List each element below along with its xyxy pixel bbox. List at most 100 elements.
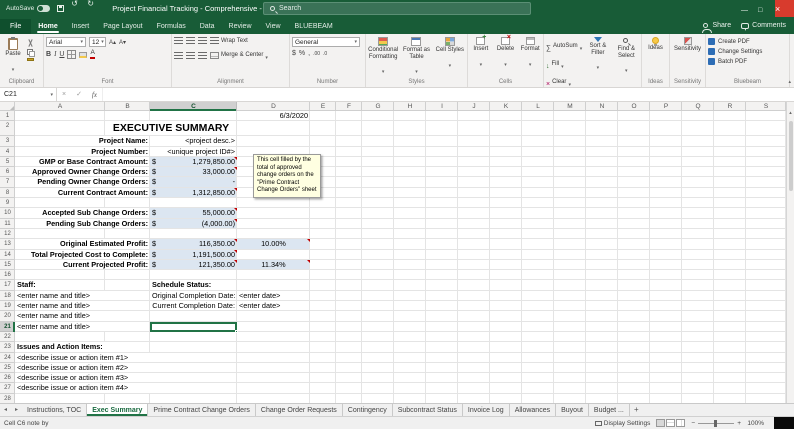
cell-M5[interactable] <box>554 157 586 167</box>
cell-K9[interactable] <box>490 198 522 208</box>
column-header-O[interactable]: O <box>618 102 650 111</box>
row-header-6[interactable]: 6 <box>0 167 15 177</box>
format-painter-icon[interactable] <box>27 58 34 61</box>
cell-L4[interactable] <box>522 147 554 157</box>
cell-Q15[interactable] <box>682 260 714 270</box>
cell-O25[interactable] <box>618 363 650 373</box>
cell-Q25[interactable] <box>682 363 714 373</box>
cell-M3[interactable] <box>554 136 586 146</box>
cell-N26[interactable] <box>586 373 618 383</box>
cell-N23[interactable] <box>586 342 618 352</box>
cell-P14[interactable] <box>650 250 682 260</box>
cell-H2[interactable] <box>394 121 426 136</box>
cell-O6[interactable] <box>618 167 650 177</box>
cell-E18[interactable] <box>310 291 336 301</box>
cell-I26[interactable] <box>426 373 458 383</box>
cell-I4[interactable] <box>426 147 458 157</box>
cell-Q6[interactable] <box>682 167 714 177</box>
cell-E9[interactable] <box>310 198 336 208</box>
column-header-I[interactable]: I <box>426 102 458 111</box>
cell-C19[interactable]: Current Completion Date: <box>150 301 237 311</box>
cell-I1[interactable] <box>426 111 458 121</box>
cell-D13[interactable]: 10.00% <box>237 239 310 249</box>
cell-F17[interactable] <box>336 280 362 290</box>
cell-R28[interactable] <box>714 394 746 403</box>
column-header-N[interactable]: N <box>586 102 618 111</box>
cell-A23[interactable]: Issues and Action Items: <box>15 342 150 352</box>
cell-A4[interactable]: Project Number: <box>15 147 150 157</box>
cell-H10[interactable] <box>394 208 426 218</box>
cell-R15[interactable] <box>714 260 746 270</box>
cell-A19[interactable]: <enter name and title> <box>15 301 150 311</box>
cell-J3[interactable] <box>458 136 490 146</box>
cell-H8[interactable] <box>394 188 426 198</box>
cell-O1[interactable] <box>618 111 650 121</box>
cell-K10[interactable] <box>490 208 522 218</box>
cell-I9[interactable] <box>426 198 458 208</box>
cell-M21[interactable] <box>554 322 586 332</box>
cell-K25[interactable] <box>490 363 522 373</box>
column-header-A[interactable]: A <box>15 102 105 111</box>
insert-cells-button[interactable]: Insert <box>470 36 492 70</box>
cell-P10[interactable] <box>650 208 682 218</box>
cell-I14[interactable] <box>426 250 458 260</box>
decrease-decimal-icon[interactable] <box>323 50 327 57</box>
cell-S7[interactable] <box>746 177 786 187</box>
cell-F16[interactable] <box>336 270 362 280</box>
font-size-select[interactable]: 12 <box>89 37 106 47</box>
cell-A13[interactable]: Original Estimated Profit: <box>15 239 150 249</box>
cell-Q4[interactable] <box>682 147 714 157</box>
new-sheet-icon[interactable] <box>630 404 643 416</box>
scrollbar-thumb[interactable] <box>789 121 793 191</box>
cell-C22[interactable] <box>150 332 237 342</box>
cell-P22[interactable] <box>650 332 682 342</box>
redo-button[interactable] <box>87 0 98 17</box>
cell-A20[interactable]: <enter name and title> <box>15 311 150 321</box>
cell-R11[interactable] <box>714 219 746 229</box>
sheet-tab-subcontract-status[interactable]: Subcontract Status <box>393 404 463 416</box>
cell-R27[interactable] <box>714 383 746 393</box>
cell-I21[interactable] <box>426 322 458 332</box>
cell-B17[interactable] <box>105 280 150 290</box>
cell-K1[interactable] <box>490 111 522 121</box>
cell-A7[interactable]: Pending Owner Change Orders: <box>15 177 150 187</box>
cell-C17[interactable]: Schedule Status: <box>150 280 237 290</box>
cell-C7[interactable]: $- <box>150 177 237 187</box>
cell-B16[interactable] <box>105 270 150 280</box>
cell-J1[interactable] <box>458 111 490 121</box>
cell-R4[interactable] <box>714 147 746 157</box>
increase-font-icon[interactable] <box>109 39 116 46</box>
cell-J10[interactable] <box>458 208 490 218</box>
cell-J19[interactable] <box>458 301 490 311</box>
cell-D21[interactable] <box>237 322 310 332</box>
cell-G1[interactable] <box>362 111 394 121</box>
cell-R7[interactable] <box>714 177 746 187</box>
cell-S1[interactable] <box>746 111 786 121</box>
cell-D17[interactable] <box>237 280 310 290</box>
cell-G12[interactable] <box>362 229 394 239</box>
cell-L10[interactable] <box>522 208 554 218</box>
number-format-select[interactable]: General <box>292 37 360 47</box>
cell-O7[interactable] <box>618 177 650 187</box>
formula-input[interactable] <box>103 88 794 101</box>
cell-S10[interactable] <box>746 208 786 218</box>
cell-E20[interactable] <box>310 311 336 321</box>
cell-M25[interactable] <box>554 363 586 373</box>
find-select-button[interactable]: Find & Select <box>614 36 639 76</box>
cell-A6[interactable]: Approved Owner Change Orders: <box>15 167 150 177</box>
cell-G16[interactable] <box>362 270 394 280</box>
cell-C3[interactable]: <project desc.> <box>150 136 237 146</box>
cell-C6[interactable]: $33,000.00 <box>150 167 237 177</box>
font-color-icon[interactable] <box>90 50 94 59</box>
cell-S14[interactable] <box>746 250 786 260</box>
cell-A28[interactable] <box>15 394 105 403</box>
cell-J22[interactable] <box>458 332 490 342</box>
cell-C21[interactable] <box>150 322 237 332</box>
cell-Q18[interactable] <box>682 291 714 301</box>
cell-H3[interactable] <box>394 136 426 146</box>
cell-I19[interactable] <box>426 301 458 311</box>
cell-L3[interactable] <box>522 136 554 146</box>
cell-G19[interactable] <box>362 301 394 311</box>
cell-D10[interactable] <box>237 208 310 218</box>
cell-G11[interactable] <box>362 219 394 229</box>
